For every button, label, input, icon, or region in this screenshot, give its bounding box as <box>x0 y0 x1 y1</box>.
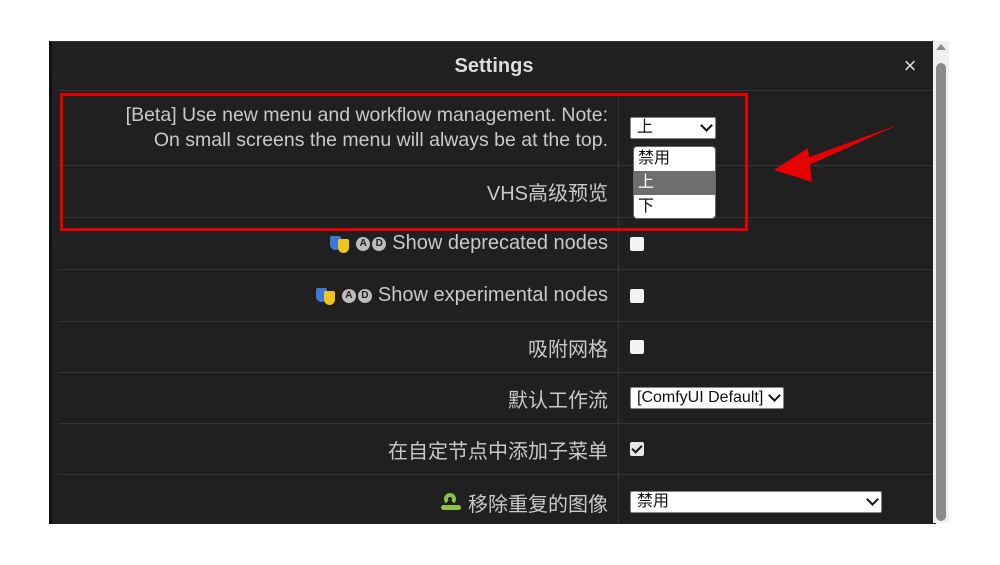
setting-row-submenu: 在自定节点中添加子菜单 <box>58 423 936 474</box>
scrollbar[interactable] <box>933 41 949 523</box>
remove-duplicates-select[interactable]: 禁用 <box>630 491 882 513</box>
setting-label-vhs: VHS高级预览 <box>486 183 608 205</box>
annotation-arrow-icon <box>774 124 900 182</box>
snap-grid-checkbox[interactable] <box>630 340 644 354</box>
theater-masks-icon <box>315 286 336 306</box>
scroll-thumb[interactable] <box>936 63 946 521</box>
snake-icon <box>438 491 464 513</box>
badge-a-icon: A <box>356 236 371 251</box>
close-button[interactable]: × <box>898 54 922 78</box>
dropdown-option-bottom[interactable]: 下 <box>634 195 715 218</box>
setting-label-deprecated: Show deprecated nodes <box>392 232 608 254</box>
dropdown-option-top[interactable]: 上 <box>634 171 715 195</box>
setting-row-default-workflow: 默认工作流 [ComfyUI Default] <box>58 372 936 423</box>
chevron-down-icon <box>700 119 713 132</box>
chevron-down-icon <box>768 389 782 402</box>
show-deprecated-checkbox[interactable] <box>630 236 644 251</box>
theater-masks-icon <box>330 234 350 254</box>
setting-label-experimental: Show experimental nodes <box>377 284 608 306</box>
show-experimental-checkbox[interactable] <box>630 288 644 303</box>
setting-label-snap-grid: 吸附网格 <box>528 338 608 361</box>
setting-label-default-workflow: 默认工作流 <box>508 389 608 412</box>
setting-label-new-menu: [Beta] Use new menu and workflow managem… <box>125 104 608 151</box>
setting-row-snap-grid: 吸附网格 <box>58 321 936 372</box>
new-menu-select[interactable]: 上 <box>630 117 716 139</box>
badge-d-icon: D <box>357 288 372 303</box>
dialog-title: Settings <box>454 55 534 77</box>
setting-row-deprecated: A D Show deprecated nodes <box>58 217 936 269</box>
default-workflow-select[interactable]: [ComfyUI Default] <box>630 387 785 409</box>
setting-row-experimental: A D Show experimental nodes <box>58 269 936 321</box>
badge-d-icon: D <box>372 236 387 251</box>
submenu-checkbox[interactable] <box>630 442 644 456</box>
scroll-up-icon[interactable] <box>936 44 946 50</box>
setting-label-submenu: 在自定节点中添加子菜单 <box>388 440 608 463</box>
setting-label-remove-duplicates: 移除重复的图像 <box>468 493 608 516</box>
badge-a-icon: A <box>341 288 356 303</box>
dropdown-option-disabled[interactable]: 禁用 <box>634 147 715 171</box>
new-menu-dropdown-list: 禁用 上 下 <box>633 146 716 219</box>
chevron-down-icon <box>866 493 879 506</box>
setting-row-remove-duplicates: 移除重复的图像 禁用 <box>58 474 936 524</box>
